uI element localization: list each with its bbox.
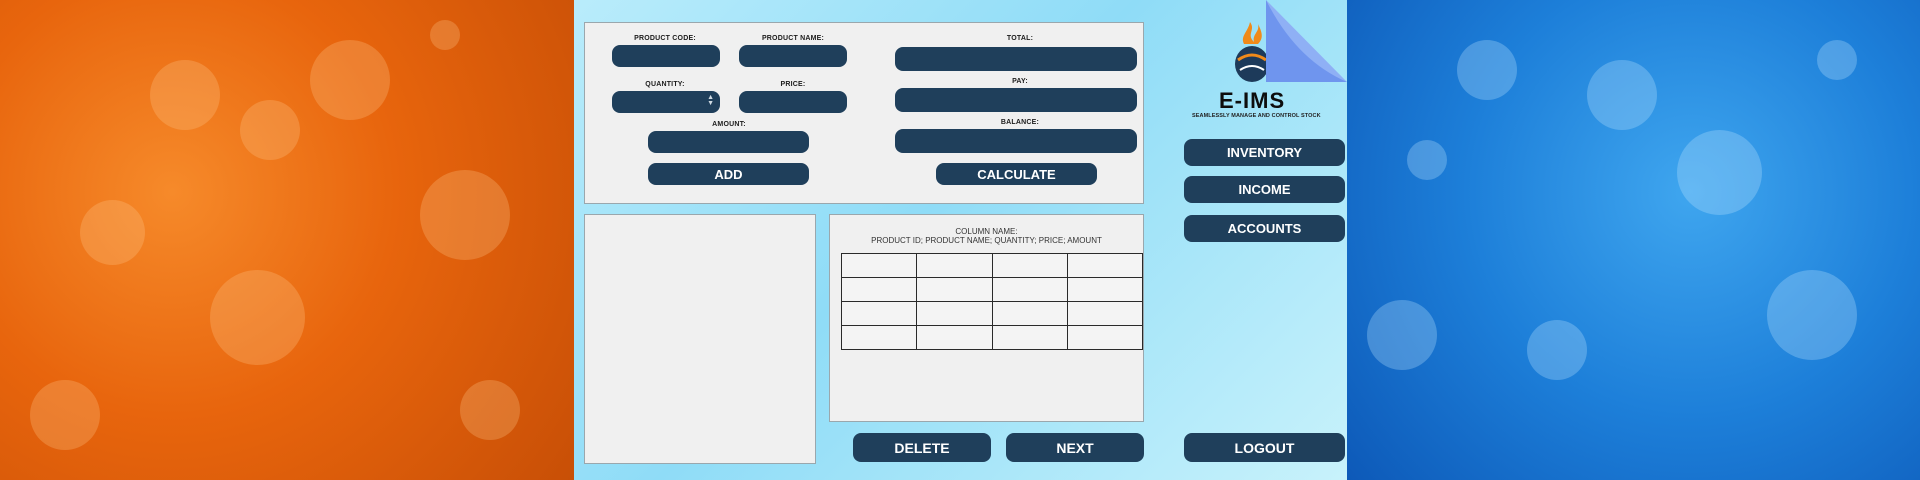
bokeh-light bbox=[420, 170, 510, 260]
quantity-label: QUANTITY: bbox=[645, 81, 685, 88]
table-row bbox=[840, 253, 1144, 278]
bokeh-light bbox=[210, 270, 305, 365]
price-input[interactable] bbox=[739, 91, 847, 113]
bokeh-light bbox=[1767, 270, 1857, 360]
nav-income-button[interactable]: INCOME bbox=[1184, 176, 1345, 203]
bokeh-light bbox=[80, 200, 145, 265]
brand-subtitle: SEAMLESSLY MANAGE AND CONTROL STOCK bbox=[1192, 113, 1321, 119]
balance-label: BALANCE: bbox=[1000, 119, 1040, 126]
table-cell[interactable] bbox=[916, 277, 993, 302]
bokeh-light bbox=[1457, 40, 1517, 100]
product-name-label: PRODUCT NAME: bbox=[761, 35, 825, 42]
preview-panel bbox=[584, 214, 816, 464]
items-table bbox=[840, 253, 1144, 350]
delete-button[interactable]: DELETE bbox=[853, 433, 991, 462]
pay-label: PAY: bbox=[1012, 78, 1028, 85]
bokeh-light bbox=[1407, 140, 1447, 180]
table-panel: COLUMN NAME: PRODUCT ID; PRODUCT NAME; Q… bbox=[829, 214, 1144, 422]
total-label: TOTAL: bbox=[1006, 35, 1034, 42]
pay-input[interactable] bbox=[895, 88, 1137, 112]
table-row bbox=[840, 277, 1144, 302]
table-cell[interactable] bbox=[916, 253, 993, 278]
table-cell[interactable] bbox=[840, 325, 918, 350]
calculate-button[interactable]: CALCULATE bbox=[936, 163, 1097, 185]
price-label: PRICE: bbox=[780, 81, 806, 88]
balance-input[interactable] bbox=[895, 129, 1137, 153]
quantity-stepper[interactable]: ▲ ▼ bbox=[612, 91, 720, 113]
amount-label: AMOUNT: bbox=[712, 121, 746, 128]
column-name-title: COLUMN NAME: bbox=[955, 227, 1018, 236]
stepper-arrows-icon[interactable]: ▲ ▼ bbox=[707, 94, 714, 107]
amount-input[interactable] bbox=[648, 131, 809, 153]
right-background bbox=[1347, 0, 1920, 480]
product-code-input[interactable] bbox=[612, 45, 720, 67]
table-cell[interactable] bbox=[991, 301, 1068, 326]
bokeh-light bbox=[460, 380, 520, 440]
bokeh-light bbox=[310, 40, 390, 120]
page-curl-icon bbox=[1266, 0, 1347, 82]
bokeh-light bbox=[240, 100, 300, 160]
next-button[interactable]: NEXT bbox=[1006, 433, 1144, 462]
table-cell[interactable] bbox=[1066, 277, 1144, 302]
add-button[interactable]: ADD bbox=[648, 163, 809, 185]
entry-form-panel: PRODUCT CODE: PRODUCT NAME: QUANTITY: ▲ ▼… bbox=[584, 22, 1144, 204]
left-background bbox=[0, 0, 574, 480]
table-cell[interactable] bbox=[840, 277, 918, 302]
bokeh-light bbox=[1677, 130, 1762, 215]
column-name-list: PRODUCT ID; PRODUCT NAME; QUANTITY; PRIC… bbox=[871, 236, 1102, 245]
table-cell[interactable] bbox=[1066, 253, 1144, 278]
table-cell[interactable] bbox=[840, 301, 918, 326]
bokeh-light bbox=[430, 20, 460, 50]
brand-title: E-IMS bbox=[1219, 88, 1286, 113]
total-input[interactable] bbox=[895, 47, 1137, 71]
table-row bbox=[840, 301, 1144, 326]
table-row bbox=[840, 325, 1144, 350]
bokeh-light bbox=[30, 380, 100, 450]
app-window: PRODUCT CODE: PRODUCT NAME: QUANTITY: ▲ ▼… bbox=[574, 0, 1347, 480]
logout-button[interactable]: LOGOUT bbox=[1184, 433, 1345, 462]
nav-accounts-button[interactable]: ACCOUNTS bbox=[1184, 215, 1345, 242]
bokeh-light bbox=[1367, 300, 1437, 370]
product-name-input[interactable] bbox=[739, 45, 847, 67]
table-cell[interactable] bbox=[916, 301, 993, 326]
table-cell[interactable] bbox=[1066, 301, 1144, 326]
table-cell[interactable] bbox=[991, 325, 1068, 350]
table-cell[interactable] bbox=[916, 325, 993, 350]
table-cell[interactable] bbox=[1066, 325, 1144, 350]
bokeh-light bbox=[1817, 40, 1857, 80]
table-cell[interactable] bbox=[991, 277, 1068, 302]
nav-inventory-button[interactable]: INVENTORY bbox=[1184, 139, 1345, 166]
bokeh-light bbox=[1527, 320, 1587, 380]
table-cell[interactable] bbox=[840, 253, 918, 278]
product-code-label: PRODUCT CODE: bbox=[634, 35, 696, 42]
bokeh-light bbox=[1587, 60, 1657, 130]
table-cell[interactable] bbox=[991, 253, 1068, 278]
bokeh-light bbox=[150, 60, 220, 130]
